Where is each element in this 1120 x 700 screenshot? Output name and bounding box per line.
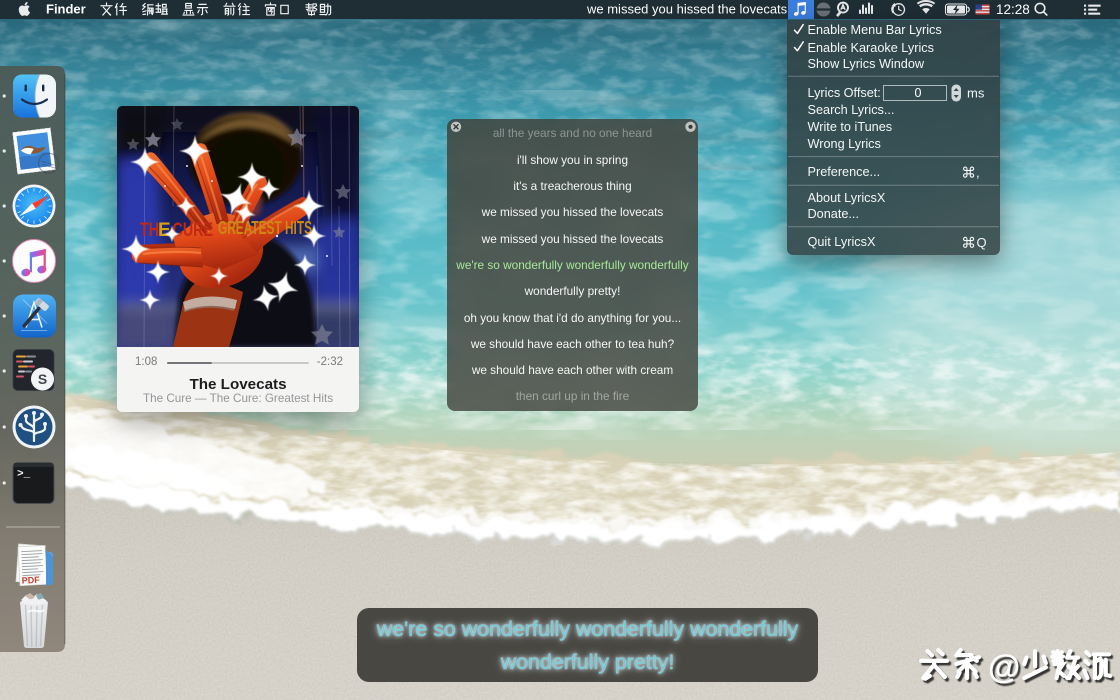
svg-text:12:28: 12:28 <box>996 2 1030 17</box>
svg-text:THE CURE: THE CURE <box>140 220 213 241</box>
svg-text:E: E <box>158 220 171 241</box>
svg-text:0: 0 <box>915 86 922 100</box>
svg-text:we missed you hissed the lovec: we missed you hissed the lovecats <box>586 2 788 17</box>
svg-text:Finder: Finder <box>46 2 86 17</box>
svg-text:GREATEST HITS: GREATEST HITS <box>218 218 312 238</box>
svg-text:,: , <box>976 165 980 180</box>
svg-text:Q: Q <box>977 235 987 250</box>
svg-text:PDF: PDF <box>21 575 40 586</box>
svg-text:@: @ <box>988 648 1020 685</box>
svg-text:ms: ms <box>967 86 985 101</box>
svg-text:>_: >_ <box>17 469 31 481</box>
svg-text:S: S <box>38 371 47 387</box>
